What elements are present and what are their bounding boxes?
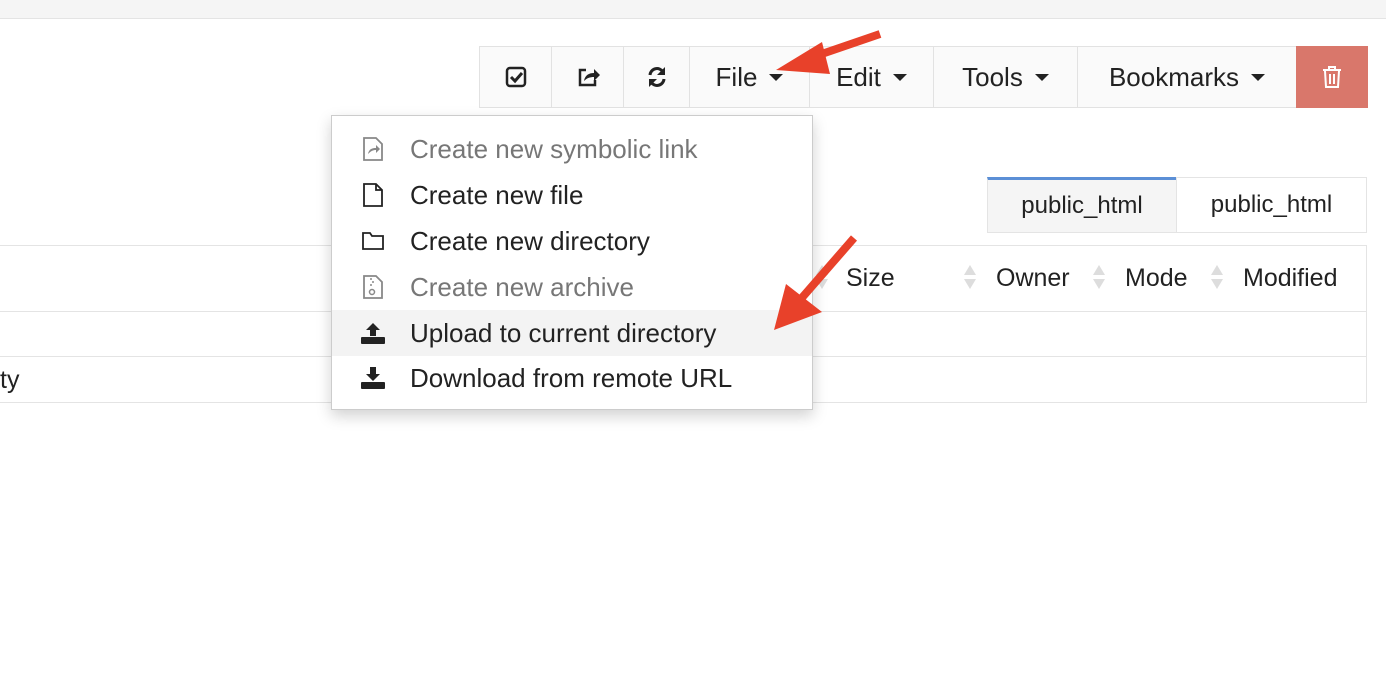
top-bar: [0, 0, 1386, 19]
menu-item-label: Create new archive: [410, 271, 634, 302]
menu-item-download-url[interactable]: Download from remote URL: [332, 355, 812, 401]
column-header-size[interactable]: Size: [846, 264, 895, 293]
caret-down-icon: [1034, 73, 1049, 81]
sort-icon[interactable]: [1211, 265, 1223, 289]
refresh-icon: [648, 67, 665, 87]
check-square-icon: [505, 66, 526, 88]
path-tab[interactable]: public_html: [1176, 177, 1367, 233]
sort-icon[interactable]: [816, 265, 828, 289]
menu-item-create-file[interactable]: Create new file: [332, 172, 812, 218]
path-tab-active[interactable]: public_html: [987, 177, 1177, 233]
menu-item-create-directory[interactable]: Create new directory: [332, 218, 812, 264]
column-header-modified[interactable]: Modified: [1243, 264, 1338, 293]
sort-icon[interactable]: [1093, 265, 1105, 289]
archive-file-icon: [360, 274, 386, 300]
menu-item-create-symlink[interactable]: Create new symbolic link: [332, 126, 812, 172]
caret-down-icon: [1251, 73, 1266, 81]
menu-item-label: Create new symbolic link: [410, 133, 698, 164]
tools-label: Tools: [962, 61, 1023, 92]
edit-label: Edit: [836, 61, 881, 92]
symlink-file-icon: [360, 136, 386, 162]
file-icon: [360, 182, 386, 208]
share-icon: [578, 68, 600, 87]
refresh-button[interactable]: [623, 46, 690, 108]
bookmarks-menu-button[interactable]: Bookmarks: [1077, 46, 1297, 108]
column-header-owner[interactable]: Owner: [996, 264, 1070, 293]
upload-icon: [360, 321, 386, 345]
trash-icon: [1323, 66, 1341, 88]
file-dropdown-menu: Create new symbolic link Create new file…: [331, 115, 813, 410]
edit-menu-button[interactable]: Edit: [809, 46, 934, 108]
tab-label: public_html: [1210, 191, 1333, 218]
share-button[interactable]: [551, 46, 624, 108]
tools-menu-button[interactable]: Tools: [933, 46, 1078, 108]
bookmarks-label: Bookmarks: [1108, 61, 1240, 92]
file-name: ty: [0, 366, 20, 394]
column-header-mode[interactable]: Mode: [1125, 264, 1188, 293]
caret-down-icon: [769, 73, 784, 81]
folder-icon: [360, 231, 386, 251]
menu-item-label: Create new directory: [410, 225, 650, 256]
file-menu-button[interactable]: File: [689, 46, 810, 108]
select-all-button[interactable]: [479, 46, 552, 108]
sort-icon[interactable]: [964, 265, 976, 289]
tab-label: public_html: [1021, 192, 1143, 219]
menu-item-upload[interactable]: Upload to current directory: [332, 310, 812, 356]
delete-button[interactable]: [1296, 46, 1368, 108]
file-label: File: [715, 61, 758, 92]
menu-item-label: Upload to current directory: [410, 317, 717, 348]
menu-item-create-archive[interactable]: Create new archive: [332, 264, 812, 310]
menu-item-label: Create new file: [410, 179, 584, 210]
download-icon: [360, 366, 386, 390]
caret-down-icon: [892, 73, 907, 81]
menu-item-label: Download from remote URL: [410, 362, 733, 393]
